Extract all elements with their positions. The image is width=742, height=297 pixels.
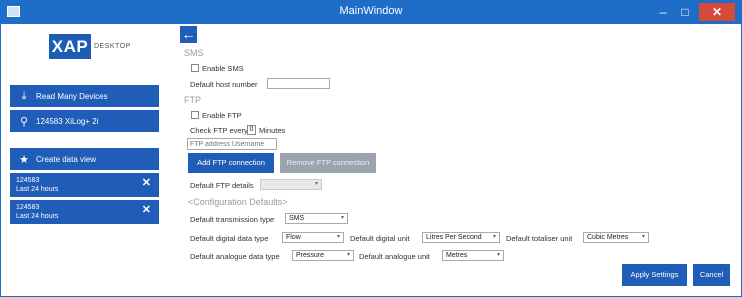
digital-data-type-value: Flow [286, 234, 301, 241]
read-many-devices-label: Read Many Devices [36, 91, 108, 101]
ftp-interval-input[interactable]: 0 [247, 125, 256, 135]
ftp-section-title: FTP [184, 95, 201, 105]
analogue-data-type-value: Pressure [296, 252, 325, 259]
data-view-card[interactable]: 124583 Last 24 hours ✕ [10, 173, 159, 197]
totaliser-unit-select[interactable]: Cubic Metres ▾ [583, 232, 649, 243]
logo-mark: XAP [49, 34, 91, 59]
close-icon[interactable]: ✕ [142, 205, 151, 216]
title-bar: MainWindow – □ ✕ [0, 0, 742, 24]
create-data-view-button[interactable]: ★ Create data view [10, 148, 159, 170]
digital-unit-label: Default digital unit [350, 234, 410, 243]
analogue-unit-label: Default analogue unit [359, 252, 430, 261]
default-ftp-details-label: Default FTP details [190, 181, 254, 190]
digital-unit-value: Litres Per Second [426, 234, 482, 241]
minimize-button[interactable]: – [654, 3, 672, 21]
create-data-view-label: Create data view [36, 154, 97, 164]
sms-section-title: SMS [184, 48, 204, 58]
minutes-label: Minutes [259, 126, 286, 135]
cancel-button[interactable]: Cancel [693, 264, 730, 286]
transmission-type-select[interactable]: SMS ▾ [285, 213, 348, 224]
data-view-card[interactable]: 124583 Last 24 hours ✕ [10, 200, 159, 224]
search-icon: ⚲ [19, 115, 29, 128]
close-icon[interactable]: ✕ [142, 178, 151, 189]
chevron-down-icon: ▾ [346, 252, 350, 258]
enable-ftp-checkbox[interactable] [191, 111, 199, 119]
digital-data-type-label: Default digital data type [190, 234, 269, 243]
config-section-title: <Configuration Defaults> [188, 197, 288, 207]
analogue-data-type-label: Default analogue data type [190, 252, 280, 261]
pin-icon: ★ [19, 153, 29, 166]
chevron-down-icon: ▾ [492, 234, 496, 240]
default-ftp-details-select[interactable]: ▾ [260, 179, 322, 190]
chevron-down-icon: ▾ [496, 252, 500, 258]
transmission-type-label: Default transmission type [190, 215, 275, 224]
ftp-address-input[interactable] [187, 138, 277, 150]
data-view-range: Last 24 hours [16, 213, 59, 220]
chevron-down-icon: ▾ [314, 181, 318, 187]
logo-text: DESKTOP [94, 43, 131, 50]
chevron-down-icon: ▾ [336, 234, 340, 240]
read-many-devices-button[interactable]: ⤓ Read Many Devices [10, 85, 159, 107]
enable-ftp-label: Enable FTP [202, 111, 242, 120]
chevron-down-icon: ▾ [641, 234, 645, 240]
totaliser-unit-label: Default totaliser unit [506, 234, 573, 243]
back-arrow-icon[interactable]: ← [180, 26, 197, 43]
default-host-label: Default host number [190, 80, 258, 89]
maximize-button[interactable]: □ [676, 3, 694, 21]
chevron-down-icon: ▾ [340, 215, 344, 221]
transmission-type-value: SMS [289, 215, 305, 222]
totaliser-unit-value: Cubic Metres [587, 234, 629, 241]
close-window-button[interactable]: ✕ [699, 3, 735, 21]
window-title: MainWindow [339, 5, 403, 17]
digital-data-type-select[interactable]: Flow ▾ [282, 232, 344, 243]
enable-sms-checkbox[interactable] [191, 64, 199, 72]
analogue-unit-value: Metres [446, 252, 468, 259]
analogue-data-type-select[interactable]: Pressure ▾ [292, 250, 354, 261]
analogue-unit-select[interactable]: Metres ▾ [442, 250, 504, 261]
data-view-range: Last 24 hours [16, 186, 59, 193]
remove-ftp-connection-button[interactable]: Remove FTP connection [280, 153, 376, 173]
device-search-input[interactable]: ⚲ 124583 XiLog+ 2i [10, 110, 159, 132]
apply-settings-button[interactable]: Apply Settings [622, 264, 687, 286]
add-ftp-connection-button[interactable]: Add FTP connection [188, 153, 274, 173]
device-search-value: 124583 XiLog+ 2i [36, 116, 99, 126]
digital-unit-select[interactable]: Litres Per Second ▾ [422, 232, 500, 243]
check-ftp-label: Check FTP every [190, 126, 248, 135]
data-view-id: 124583 [16, 177, 40, 184]
enable-sms-label: Enable SMS [202, 64, 244, 73]
default-host-input[interactable] [267, 78, 330, 89]
data-view-id: 124583 [16, 204, 40, 211]
app-logo: XAP DESKTOP [49, 34, 131, 59]
download-icon: ⤓ [21, 89, 27, 102]
